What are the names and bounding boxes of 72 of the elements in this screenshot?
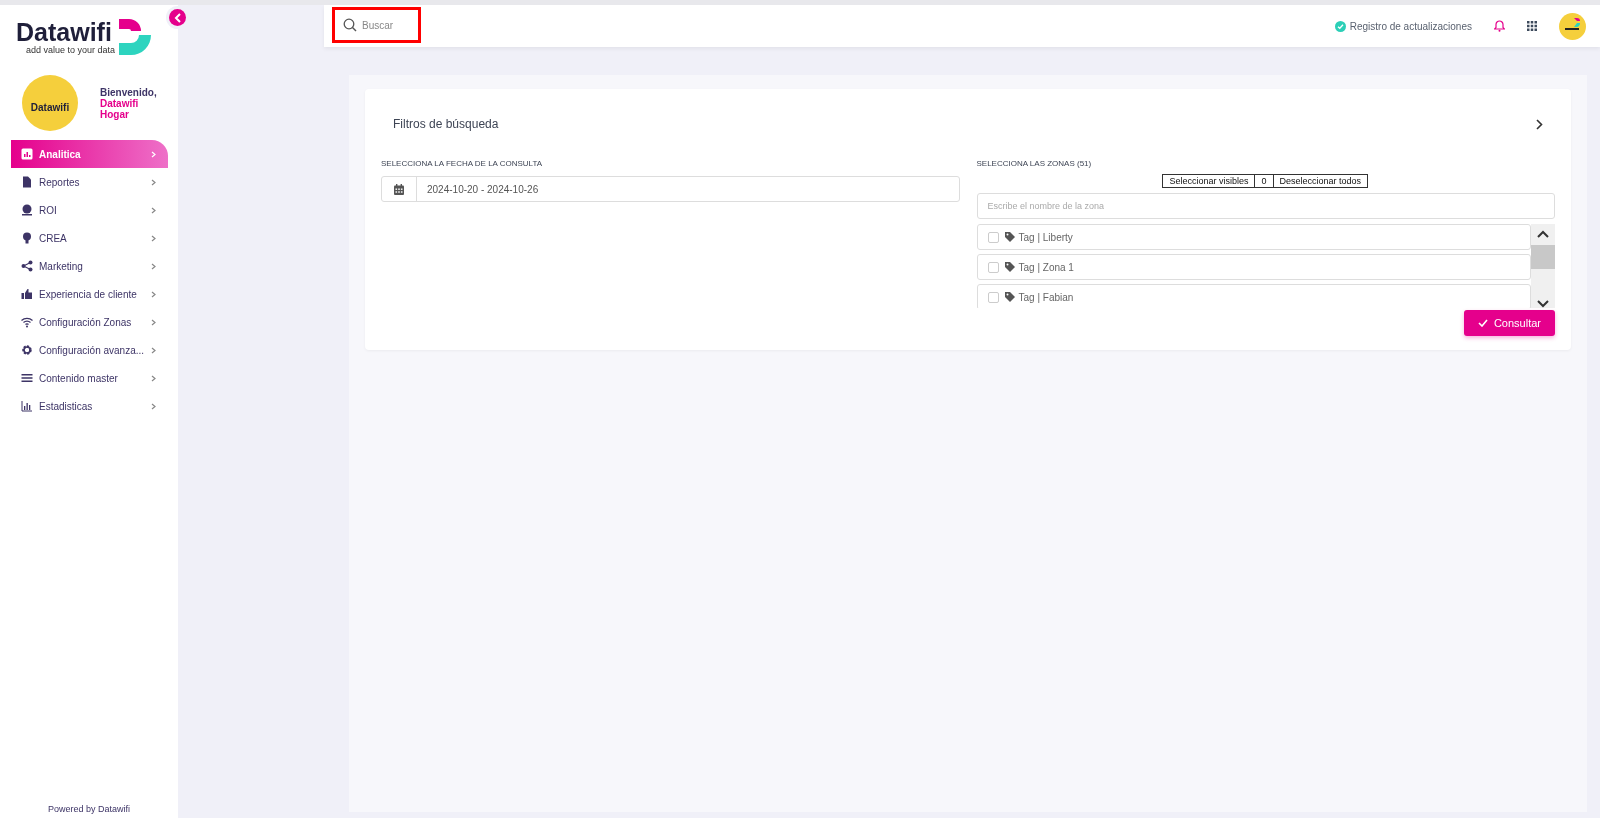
nav-item[interactable]: ROI [11,196,168,224]
zones-label: SELECCIONA LAS ZONAS (51) [976,159,1093,168]
chevron-right-icon [151,206,156,214]
document-icon [21,176,33,188]
chevron-right-icon[interactable] [1536,118,1543,130]
powered-by-text: Powered by Datawifi [46,804,131,814]
zone-list-item[interactable]: Tag | Liberty [976,224,1531,250]
chevron-right-icon [151,402,156,410]
nav-item[interactable]: Contenido master [11,364,168,392]
calendar-icon [394,183,404,195]
date-label: SELECCIONA LA FECHA DE LA CONSULTA [381,159,544,168]
logo-tagline: add value to your data [26,45,116,55]
checkmark-icon [1477,319,1488,327]
search-field[interactable]: Buscar [362,19,417,31]
checkbox[interactable] [987,261,999,273]
chart-icon [21,148,33,160]
chevron-up-icon[interactable] [1537,230,1549,238]
chevron-right-icon [151,150,156,158]
deselect-all-button[interactable]: Deseleccionar todos [1272,174,1369,188]
chevron-right-icon [151,346,156,354]
chevron-right-icon [151,290,156,298]
date-range-field[interactable]: 2024-10-20 - 2024-10-26 [381,176,960,202]
apps-grid-icon[interactable] [1527,21,1537,31]
settings-icon [21,344,33,356]
user-avatar-icon[interactable] [1559,12,1586,40]
tag-icon [1004,232,1015,242]
user-name: Datawifi Hogar [100,97,139,120]
checkbox[interactable] [987,231,999,243]
tag-icon [1004,262,1015,272]
chevron-right-icon [151,318,156,326]
chevron-right-icon [151,374,156,382]
chevron-right-icon [151,262,156,270]
logo-mark-icon [117,17,154,57]
thumbs-up-icon [21,288,33,300]
nav-item[interactable]: Marketing [11,252,168,280]
zone-search-field[interactable]: Escribe el nombre de la zona [976,193,1555,219]
select-visible-button[interactable]: Seleccionar visibles [1162,174,1256,188]
chevron-left-icon [173,12,182,23]
nav-item[interactable]: Estadisticas [11,392,168,420]
search-icon [343,18,357,32]
lightbulb-icon [21,232,33,244]
nav-item[interactable]: CREA [11,224,168,252]
zone-name: Tag | Fabian [1018,291,1074,303]
chevron-right-icon [151,234,156,242]
chevron-right-icon [151,178,156,186]
bell-icon[interactable] [1494,20,1505,32]
wifi-icon [21,316,33,328]
selected-count: 0 [1254,174,1274,188]
share-icon [21,260,33,272]
filters-title: Filtros de búsqueda [393,117,499,131]
checkbox[interactable] [987,291,999,303]
check-circle-icon [1334,20,1346,32]
logo-wordmark: Datawifi [16,19,113,45]
updates-log-link[interactable]: Registro de actualizaciones [1334,20,1472,32]
list-icon [21,372,33,384]
zone-name: Tag | Liberty [1018,231,1073,243]
scrollbar[interactable] [1531,224,1555,308]
nav-item[interactable]: Reportes [11,168,168,196]
coin-icon [21,204,33,216]
nav-item[interactable]: Configuración avanza... [11,336,168,364]
profile-avatar: Datawifi [22,75,78,131]
zone-list-item[interactable]: Tag | Zona 1 [976,254,1531,280]
greeting-text: Bienvenido, [100,86,157,98]
nav-item[interactable]: Experiencia de cliente [11,280,168,308]
nav-item[interactable]: Configuración Zonas [11,308,168,336]
chevron-down-icon[interactable] [1537,300,1549,308]
submit-button[interactable]: Consultar [1463,310,1555,336]
collapse-sidebar-button[interactable] [169,9,186,26]
bar-chart-icon [21,400,33,412]
nav-item[interactable]: Analitica [11,140,168,168]
tag-icon [1004,292,1015,302]
zone-name: Tag | Zona 1 [1018,261,1074,273]
